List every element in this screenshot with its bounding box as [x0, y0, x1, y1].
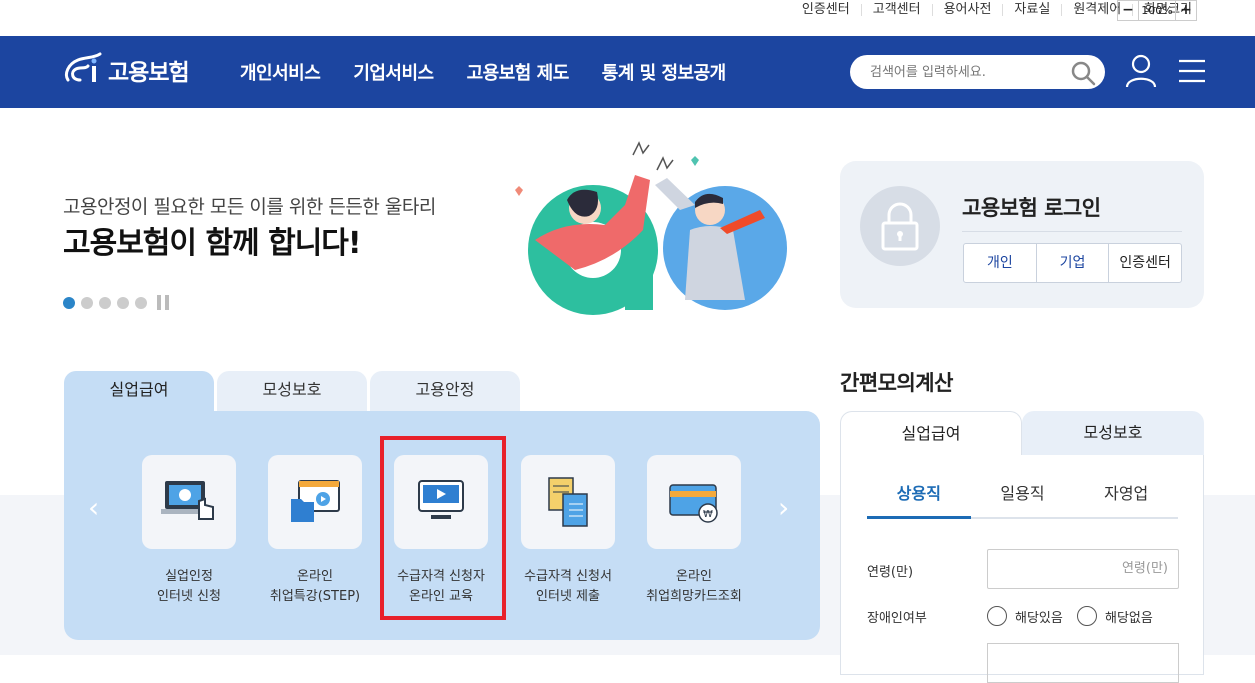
subtab-self-employed[interactable]: 자영업	[1074, 475, 1178, 517]
hero-title: 고용보험이 함께 합니다!	[63, 226, 362, 261]
subtab-regular[interactable]: 상용직	[867, 475, 971, 519]
tab-unemployment[interactable]: 실업급여	[64, 371, 214, 411]
user-icon[interactable]	[1125, 54, 1157, 92]
service-item-job-card[interactable]: ₩ 온라인 취업희망카드조회	[646, 455, 742, 607]
login-panel: 고용보험 로그인 개인 기업 인증센터	[840, 161, 1204, 308]
menu-business[interactable]: 기업서비스	[353, 59, 434, 85]
laptop-touch-icon	[142, 455, 236, 549]
calculator-tabs: 실업급여 모성보호	[840, 411, 1204, 456]
service-item-unemployment-cert[interactable]: 실업인정 인터넷 신청	[142, 455, 236, 607]
radio-disability-yes[interactable]: 해당있음	[987, 606, 1063, 626]
hero-illustration	[505, 130, 805, 319]
radio-circle-icon	[987, 606, 1007, 626]
service-tabs: 실업급여 모성보호 고용안정	[64, 371, 523, 411]
divider	[962, 231, 1182, 232]
subtab-daily[interactable]: 일용직	[971, 475, 1075, 517]
tab-maternity[interactable]: 모성보호	[217, 371, 367, 411]
zoom-out-button[interactable]: −	[1118, 1, 1138, 20]
utility-bar: 인증센터 고객센터 용어사전 자료실 원격제어 화면크기 − 100% +	[0, 0, 1255, 36]
util-link-support[interactable]: 고객센터	[860, 3, 932, 16]
tab-employment-stability[interactable]: 고용안정	[370, 371, 520, 411]
service-label: 온라인 취업희망카드조회	[646, 569, 742, 604]
calculator-panel: 상용직 일용직 자영업 연령(만) 연령(만) 장애인여부 해당있음 해당없음	[840, 455, 1204, 683]
menu-statistics[interactable]: 통계 및 정보공개	[602, 59, 726, 85]
age-input[interactable]: 연령(만)	[987, 549, 1179, 589]
service-item-application-submit[interactable]: 수급자격 신청서 인터넷 제출	[521, 455, 615, 607]
zoom-value: 100%	[1138, 1, 1176, 20]
login-title: 고용보험 로그인	[962, 196, 1101, 220]
zoom-control: − 100% +	[1117, 0, 1197, 21]
login-personal-button[interactable]: 개인	[964, 244, 1036, 282]
prev-arrow-icon[interactable]: ‹	[88, 491, 99, 524]
radio-disability-no[interactable]: 해당없음	[1077, 606, 1153, 626]
util-link-archive[interactable]: 자료실	[1002, 3, 1061, 16]
next-field-input[interactable]	[987, 643, 1179, 683]
highlight-box	[380, 436, 506, 620]
slide-dot-1[interactable]	[63, 296, 75, 309]
radio-circle-icon	[1077, 606, 1097, 626]
calc-tab-unemployment[interactable]: 실업급여	[840, 411, 1022, 456]
pause-icon[interactable]	[157, 295, 173, 310]
disability-label: 장애인여부	[867, 611, 927, 626]
search-box	[850, 55, 1105, 89]
util-link-cert[interactable]: 인증센터	[791, 3, 861, 16]
next-arrow-icon[interactable]: ›	[778, 491, 789, 524]
employment-type-tabs: 상용직 일용직 자영업	[867, 475, 1178, 519]
login-cert-button[interactable]: 인증센터	[1108, 244, 1181, 282]
zoom-in-button[interactable]: +	[1176, 1, 1196, 20]
service-item-online-step[interactable]: 온라인 취업특강(STEP)	[268, 455, 362, 607]
lock-icon	[860, 186, 940, 266]
slide-dot-4[interactable]	[117, 296, 129, 309]
search-icon[interactable]	[1070, 60, 1096, 90]
menu-icon[interactable]	[1179, 59, 1205, 87]
menu-system[interactable]: 고용보험 제도	[467, 59, 570, 85]
age-label: 연령(만)	[867, 565, 914, 580]
login-business-button[interactable]: 기업	[1035, 244, 1109, 282]
slide-dot-3[interactable]	[99, 296, 111, 309]
calculator-title: 간편모의계산	[840, 371, 953, 395]
util-link-glossary[interactable]: 용어사전	[931, 3, 1003, 16]
slide-dot-5[interactable]	[135, 296, 147, 309]
slide-dot-2[interactable]	[81, 296, 93, 309]
menu-personal[interactable]: 개인서비스	[240, 59, 321, 85]
logo-text: 고용보험	[108, 60, 190, 86]
slide-indicator	[63, 295, 173, 310]
documents-icon	[521, 455, 615, 549]
hero-subtitle: 고용안정이 필요한 모든 이를 위한 든든한 울타리	[63, 196, 436, 218]
main-header: 고용보험 개인서비스 기업서비스 고용보험 제도 통계 및 정보공개	[0, 36, 1255, 108]
login-button-group: 개인 기업 인증센터	[963, 243, 1182, 283]
main-menu: 개인서비스 기업서비스 고용보험 제도 통계 및 정보공개	[240, 36, 759, 108]
card-icon: ₩	[647, 455, 741, 549]
calc-tab-maternity[interactable]: 모성보호	[1022, 411, 1204, 456]
ei-logo-icon	[64, 52, 102, 82]
video-folder-icon	[268, 455, 362, 549]
site-logo[interactable]: 고용보험	[62, 50, 190, 90]
search-input[interactable]	[870, 62, 1060, 82]
svg-text:₩: ₩	[703, 509, 713, 520]
